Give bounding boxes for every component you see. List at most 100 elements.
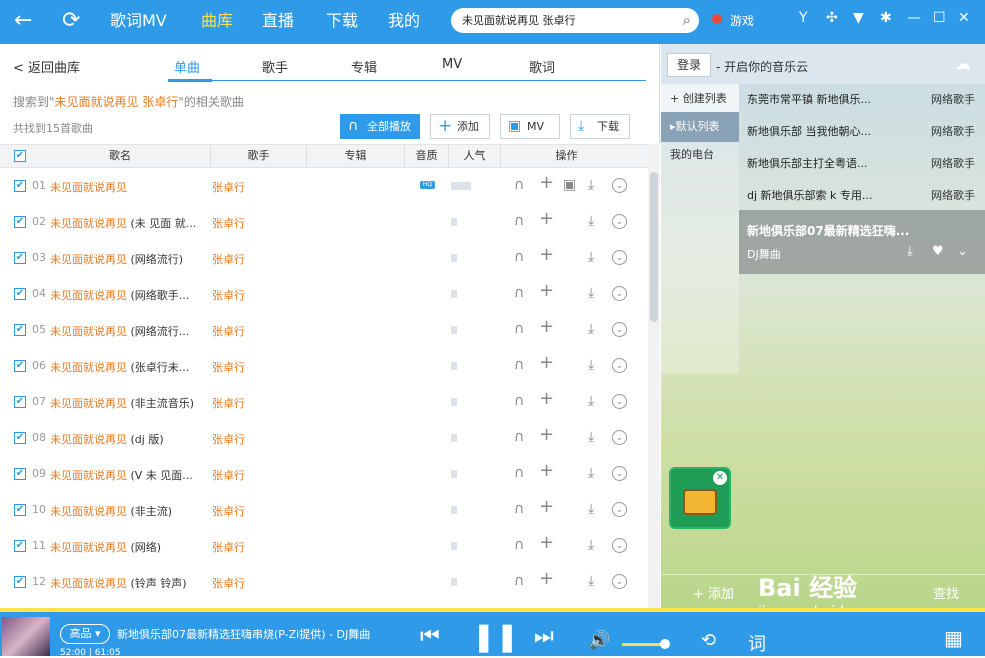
- cloud-icon[interactable]: ☁: [955, 54, 971, 73]
- selected-track[interactable]: 新地俱乐部07最新精选狂嗨... DJ舞曲 ⤓ ♥ ⌄: [739, 210, 985, 274]
- headphones-icon[interactable]: ∩: [514, 356, 524, 374]
- select-all-checkbox[interactable]: ✔: [14, 150, 26, 162]
- mv-button[interactable]: ▣ MV: [500, 114, 560, 139]
- add-icon[interactable]: +: [539, 246, 554, 264]
- more-options-icon[interactable]: ⌄: [612, 322, 627, 337]
- download-icon[interactable]: ⤓: [588, 536, 594, 554]
- song-artist[interactable]: 张卓行: [212, 539, 245, 555]
- download-icon[interactable]: ⤓: [588, 464, 594, 482]
- song-title[interactable]: 未见面就说再见 (非主流): [50, 503, 210, 519]
- headphones-icon[interactable]: ∩: [514, 176, 524, 194]
- treasure-chest-icon[interactable]: ✕: [669, 467, 731, 529]
- download-icon[interactable]: ⤓: [588, 572, 594, 590]
- song-artist[interactable]: 张卓行: [212, 503, 245, 519]
- quality-selector[interactable]: 高品 ▾: [60, 624, 110, 644]
- song-title[interactable]: 未见面就说再见 (未 见面 就...: [50, 215, 210, 231]
- col-album[interactable]: 专辑: [306, 145, 404, 167]
- playlist-track[interactable]: dj 新地俱乐部索 k 专用... 网络歌手: [739, 180, 985, 212]
- play-all-button[interactable]: ∩ 全部播放: [340, 114, 420, 139]
- headphones-icon[interactable]: ∩: [514, 284, 524, 302]
- game-icon[interactable]: [712, 14, 722, 24]
- more-options-icon[interactable]: ⌄: [612, 466, 627, 481]
- download-icon[interactable]: ⤓: [907, 244, 913, 259]
- row-checkbox[interactable]: ✔: [14, 396, 26, 408]
- next-icon[interactable]: ⏭: [534, 624, 554, 649]
- default-playlist[interactable]: ▸默认列表: [661, 112, 739, 142]
- more-options-icon[interactable]: ⌄: [612, 286, 627, 301]
- maximize-icon[interactable]: ☐: [933, 10, 946, 26]
- download-icon[interactable]: ⤓: [588, 428, 594, 446]
- col-popularity[interactable]: 人气: [448, 145, 500, 167]
- row-checkbox[interactable]: ✔: [14, 504, 26, 516]
- row-checkbox[interactable]: ✔: [14, 576, 26, 588]
- playlist-track[interactable]: 新地俱乐部 当我他朝心... 网络歌手: [739, 116, 985, 148]
- repeat-icon[interactable]: ⟲: [701, 630, 716, 651]
- row-checkbox[interactable]: ✔: [14, 252, 26, 264]
- volume-icon[interactable]: 🔊: [588, 630, 610, 651]
- col-song-name[interactable]: 歌名: [30, 145, 210, 167]
- table-row[interactable]: ✔ 09 未见面就说再见 (V 未 见面... 张卓行 ∩ + ⤓ ⌄: [0, 456, 648, 492]
- add-icon[interactable]: +: [539, 318, 554, 336]
- song-artist[interactable]: 张卓行: [212, 179, 245, 195]
- table-row[interactable]: ✔ 05 未见面就说再见 (网络流行... 张卓行 ∩ + ⤓ ⌄: [0, 312, 648, 348]
- search-input[interactable]: 未见面就说再见 张卓行 ⌕: [451, 8, 699, 33]
- headphones-icon[interactable]: ∩: [514, 500, 524, 518]
- headphones-icon[interactable]: ∩: [514, 464, 524, 482]
- add-icon[interactable]: +: [539, 354, 554, 372]
- nav-mine[interactable]: 我的: [388, 0, 420, 44]
- headphones-icon[interactable]: ∩: [514, 320, 524, 338]
- row-checkbox[interactable]: ✔: [14, 288, 26, 300]
- row-checkbox[interactable]: ✔: [14, 180, 26, 192]
- headphones-icon[interactable]: ∩: [514, 428, 524, 446]
- lyrics-button[interactable]: 词: [748, 630, 766, 656]
- song-artist[interactable]: 张卓行: [212, 323, 245, 339]
- more-options-icon[interactable]: ⌄: [612, 178, 627, 193]
- tab-albums[interactable]: 专辑: [351, 57, 377, 76]
- tab-artists[interactable]: 歌手: [262, 57, 288, 76]
- add-icon[interactable]: +: [539, 462, 554, 480]
- song-artist[interactable]: 张卓行: [212, 287, 245, 303]
- table-row[interactable]: ✔ 11 未见面就说再见 (网络) 张卓行 ∩ + ⤓ ⌄: [0, 528, 648, 564]
- download-icon[interactable]: ⤓: [588, 248, 594, 266]
- song-artist[interactable]: 张卓行: [212, 359, 245, 375]
- tab-songs[interactable]: 单曲: [174, 57, 200, 76]
- menu-grid-icon[interactable]: ▦: [944, 626, 963, 650]
- mv-film-icon[interactable]: ▣: [563, 176, 576, 194]
- playlist-track[interactable]: 新地俱乐部主打全粤语... 网络歌手: [739, 148, 985, 180]
- add-icon[interactable]: +: [539, 570, 554, 588]
- add-icon[interactable]: +: [539, 534, 554, 552]
- login-button[interactable]: 登录: [667, 53, 711, 77]
- table-row[interactable]: ✔ 06 未见面就说再见 (张卓行未... 张卓行 ∩ + ⤓ ⌄: [0, 348, 648, 384]
- previous-icon[interactable]: ⏮: [420, 624, 440, 649]
- headphones-icon[interactable]: ∩: [514, 536, 524, 554]
- add-icon[interactable]: +: [539, 426, 554, 444]
- create-playlist-button[interactable]: + 创建列表: [661, 84, 739, 114]
- heart-icon[interactable]: ♥: [932, 244, 944, 259]
- song-title[interactable]: 未见面就说再见 (dj 版): [50, 431, 210, 447]
- song-title[interactable]: 未见面就说再见 (铃声 铃声): [50, 575, 210, 591]
- song-title[interactable]: 未见面就说再见 (网络流行...: [50, 323, 210, 339]
- playback-progress[interactable]: [0, 608, 985, 612]
- find-track-button[interactable]: 查找: [933, 583, 959, 602]
- close-icon[interactable]: ✕: [713, 471, 727, 485]
- back-arrow-icon[interactable]: ←: [14, 6, 32, 36]
- table-row[interactable]: ✔ 12 未见面就说再见 (铃声 铃声) 张卓行 ∩ + ⤓ ⌄: [0, 564, 648, 600]
- song-artist[interactable]: 张卓行: [212, 431, 245, 447]
- add-icon[interactable]: +: [539, 174, 554, 192]
- game-link[interactable]: 游戏: [730, 12, 754, 29]
- refresh-icon[interactable]: ⟳: [62, 6, 80, 36]
- add-icon[interactable]: +: [539, 498, 554, 516]
- table-row[interactable]: ✔ 01 未见面就说再见 张卓行 HQ ∩ + ▣ ⤓ ⌄: [0, 168, 648, 204]
- my-radio[interactable]: 我的电台: [661, 140, 739, 170]
- album-art[interactable]: [2, 617, 50, 656]
- download-icon[interactable]: ⤓: [588, 284, 594, 302]
- song-artist[interactable]: 张卓行: [212, 395, 245, 411]
- skin-icon[interactable]: Y: [799, 10, 808, 26]
- search-icon[interactable]: ⌕: [683, 8, 691, 33]
- more-options-icon[interactable]: ⌄: [612, 502, 627, 517]
- add-icon[interactable]: +: [539, 282, 554, 300]
- row-checkbox[interactable]: ✔: [14, 540, 26, 552]
- song-title[interactable]: 未见面就说再见 (网络歌手...: [50, 287, 210, 303]
- mini-mode-icon[interactable]: ✣: [826, 10, 838, 26]
- playlist-track[interactable]: 东莞市常平镇 新地俱乐... 网络歌手: [739, 84, 985, 116]
